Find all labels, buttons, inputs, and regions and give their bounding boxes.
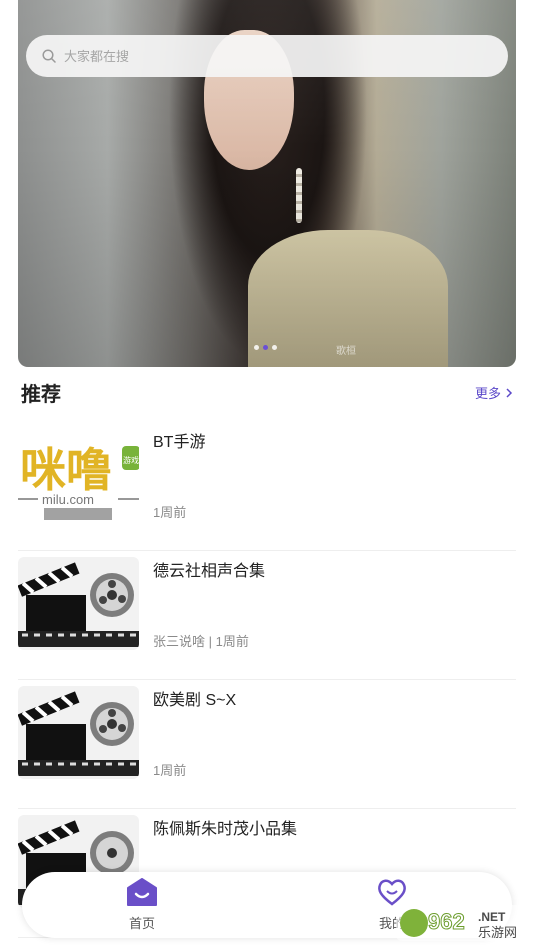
svg-text:962: 962 <box>428 909 465 934</box>
item-meta: 1周前 <box>153 763 187 778</box>
more-label: 更多 <box>474 386 501 401</box>
item-thumbnail: 咪噜 游戏 milu.com <box>18 422 139 522</box>
site-watermark: 962 .NET 乐游网 <box>396 903 530 943</box>
chevron-right-icon <box>506 387 513 398</box>
list-item[interactable]: 咪噜 游戏 milu.com BT手游 1周前 <box>18 422 516 551</box>
tab-home[interactable]: 首页 <box>102 878 182 932</box>
svg-text:.NET: .NET <box>478 910 506 924</box>
item-title: 欧美剧 S~X <box>153 692 237 709</box>
item-title: 陈佩斯朱时茂小品集 <box>153 821 298 838</box>
banner-dot-active <box>263 345 268 350</box>
banner-watermark: 歌桓 <box>336 346 356 357</box>
banner-indicator <box>254 345 277 350</box>
item-meta: 1周前 <box>153 505 187 520</box>
item-title: 德云社相声合集 <box>153 563 266 580</box>
recommend-list: 咪噜 游戏 milu.com BT手游 1周前 德云社相声合集 张三说啥 | 1… <box>18 422 516 938</box>
heart-icon <box>378 879 406 906</box>
search-input[interactable] <box>64 48 464 64</box>
list-item[interactable]: 欧美剧 S~X 1周前 <box>18 680 516 809</box>
search-bar[interactable] <box>26 35 508 77</box>
search-icon <box>42 49 56 63</box>
item-thumbnail <box>18 686 139 779</box>
svg-text:游戏: 游戏 <box>123 455 139 465</box>
film-clapper-icon <box>18 691 139 776</box>
item-meta: 张三说啥 | 1周前 <box>153 634 249 649</box>
home-icon <box>127 878 157 906</box>
recommend-header: 推荐 更多 <box>21 378 513 407</box>
banner-dot <box>272 345 277 350</box>
item-thumbnail <box>18 557 139 650</box>
svg-text:乐游网: 乐游网 <box>478 925 517 940</box>
more-link[interactable]: 更多 <box>475 383 513 402</box>
svg-text:咪噜: 咪噜 <box>20 444 112 496</box>
film-clapper-icon <box>18 562 139 647</box>
watermark-logo: 962 .NET 乐游网 <box>396 905 530 941</box>
svg-text:milu.com: milu.com <box>42 492 94 507</box>
banner-dot <box>254 345 259 350</box>
item-title: BT手游 <box>153 434 206 451</box>
tab-home-label: 首页 <box>128 916 155 931</box>
milu-logo: 咪噜 游戏 milu.com <box>18 444 139 520</box>
list-item[interactable]: 德云社相声合集 张三说啥 | 1周前 <box>18 551 516 680</box>
section-title: 推荐 <box>21 384 61 406</box>
